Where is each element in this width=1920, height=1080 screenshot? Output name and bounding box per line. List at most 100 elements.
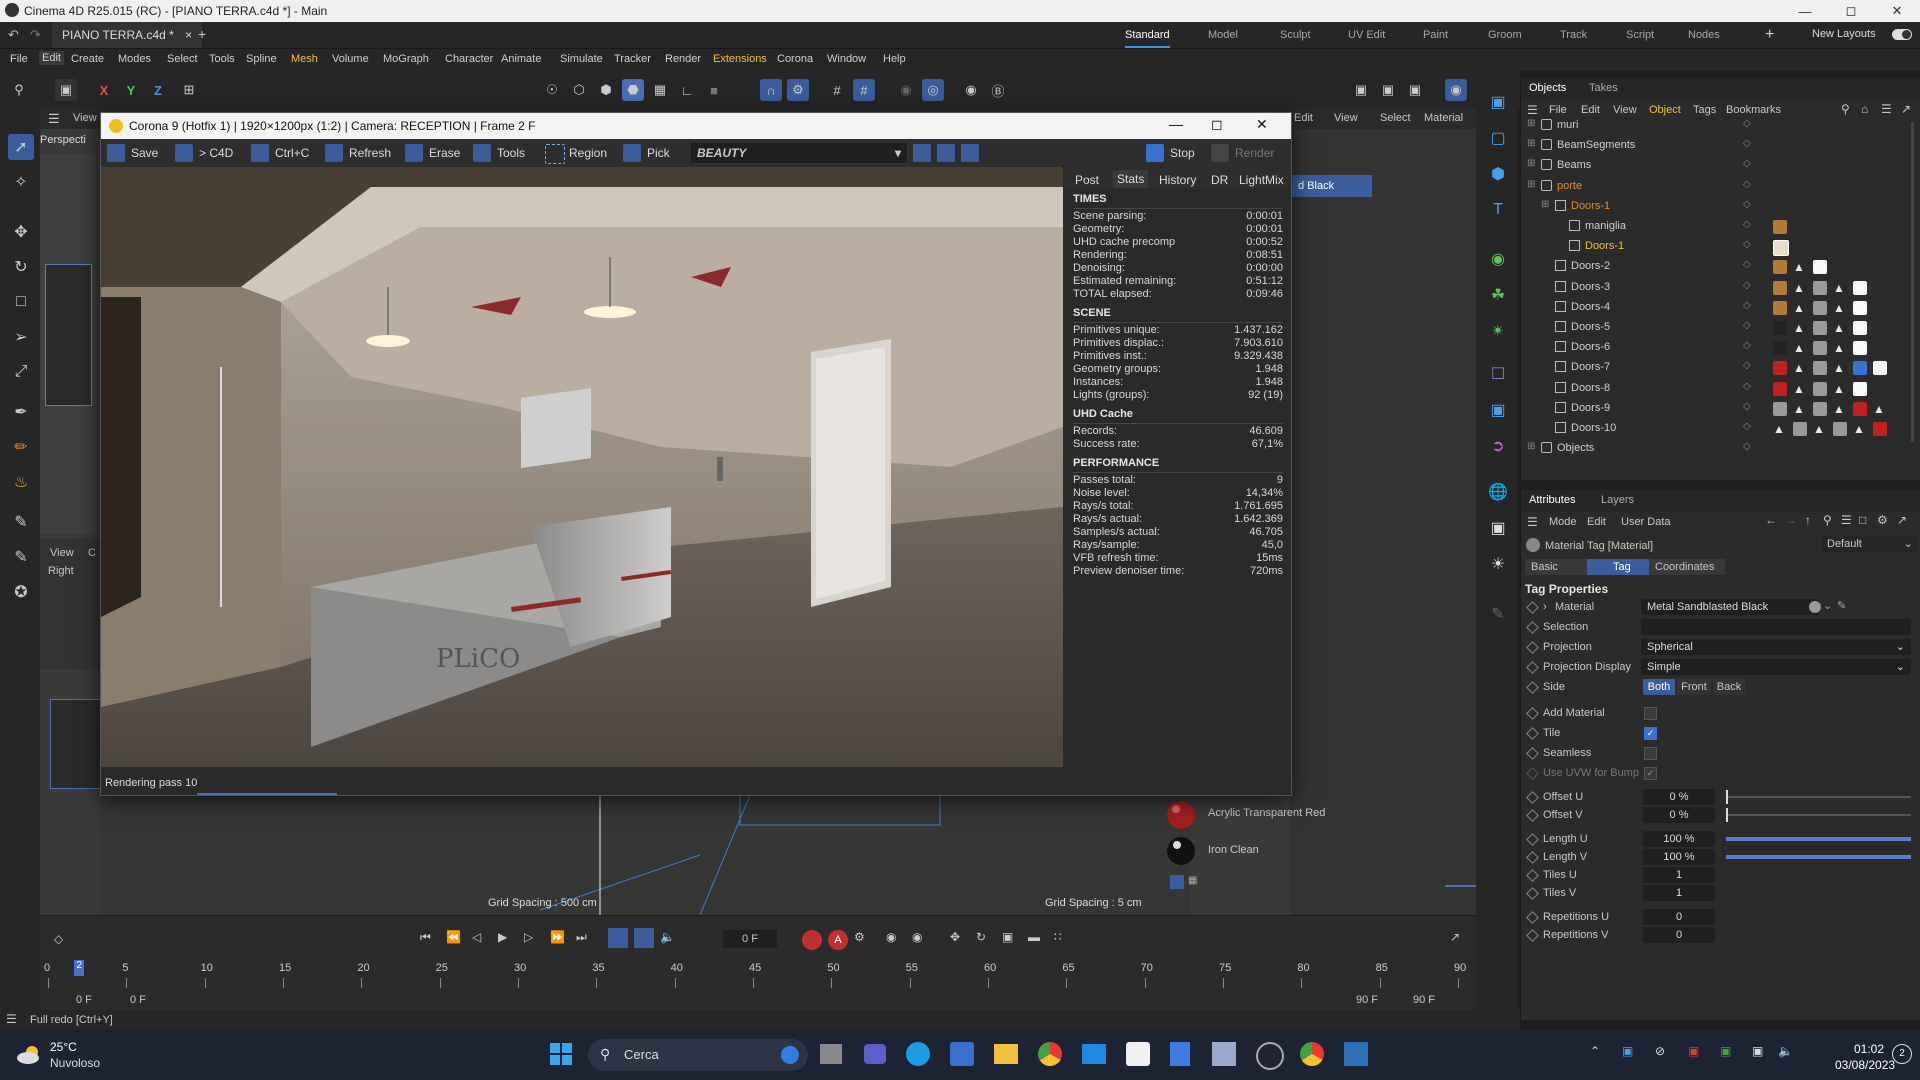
weather-cloud-icon[interactable]: [16, 1044, 42, 1066]
vfb-minimize-button[interactable]: —: [1169, 116, 1183, 132]
close-tab-icon[interactable]: ×: [185, 28, 192, 42]
objects-menu-edit[interactable]: Edit: [1581, 104, 1600, 116]
layout-tab-uv-edit[interactable]: UV Edit: [1348, 22, 1385, 48]
tiles-u-field[interactable]: 1: [1643, 867, 1715, 883]
vfb-pick-button[interactable]: Pick: [621, 143, 670, 163]
go-to-start-icon[interactable]: ⏮: [420, 930, 431, 945]
previous-frame-icon[interactable]: ◁: [472, 930, 481, 944]
render-picture-viewer-icon[interactable]: ▣: [1377, 79, 1399, 101]
visibility-dots-icon[interactable]: ◇: [1743, 219, 1751, 230]
tab-layers[interactable]: Layers: [1601, 494, 1634, 506]
attributes-menu-icon[interactable]: ☰: [1527, 515, 1538, 529]
material-menu-edit[interactable]: Edit: [1294, 112, 1313, 124]
objects-menu-file[interactable]: File: [1549, 104, 1567, 116]
menu-edit[interactable]: Edit: [39, 51, 64, 65]
chrome-profile-icon[interactable]: [1300, 1042, 1324, 1066]
animate-diamond-icon[interactable]: [1526, 681, 1539, 694]
scale-icon[interactable]: □: [8, 289, 34, 315]
material-tag-icon[interactable]: [1773, 280, 1787, 295]
attributes-menu-edit[interactable]: Edit: [1587, 516, 1606, 528]
preview-end-field[interactable]: 90 F: [1356, 994, 1378, 1006]
object-name[interactable]: Doors-10: [1571, 422, 1616, 434]
tab-dr[interactable]: DR: [1211, 173, 1228, 187]
expand-toggle-icon[interactable]: ⊞: [1527, 158, 1535, 169]
range-start-field[interactable]: 0 F: [76, 994, 92, 1006]
material-menu-select[interactable]: Select: [1380, 112, 1411, 124]
phong-tag-icon[interactable]: ▲: [1833, 382, 1847, 396]
menu-modes[interactable]: Modes: [118, 53, 151, 65]
zoom-in-icon[interactable]: [961, 144, 979, 162]
repetitions-v-field[interactable]: 0: [1643, 927, 1715, 943]
visibility-dots-icon[interactable]: ◇: [1743, 401, 1751, 412]
menu-spline[interactable]: Spline: [246, 53, 277, 65]
object-name[interactable]: Doors-8: [1571, 382, 1610, 394]
material-tag-icon[interactable]: [1773, 240, 1789, 257]
projection-dropdown[interactable]: Spherical ⌄: [1641, 639, 1911, 655]
record-icon[interactable]: [802, 930, 822, 950]
visibility-dots-icon[interactable]: ◇: [1743, 199, 1751, 210]
up-arrow-icon[interactable]: ↑: [1805, 513, 1811, 527]
move-icon[interactable]: ✥: [8, 219, 34, 245]
length-v-slider[interactable]: [1726, 855, 1911, 859]
grid-view-icon[interactable]: ▦: [1188, 875, 1202, 889]
object-name[interactable]: Doors-1: [1585, 240, 1624, 252]
animate-diamond-icon[interactable]: [1526, 869, 1539, 882]
current-frame-field[interactable]: 0 F: [723, 930, 777, 948]
tab-history[interactable]: History: [1159, 173, 1196, 187]
add-tab-button[interactable]: +: [198, 26, 206, 42]
render-channel-dropdown[interactable]: BEAUTY ▾: [691, 143, 907, 163]
material-tag-icon[interactable]: [1773, 381, 1787, 396]
lower-viewports[interactable]: [100, 795, 1190, 915]
play-icon[interactable]: ▶: [498, 930, 507, 944]
spline-icon[interactable]: ➲: [1484, 432, 1512, 460]
sound-icon[interactable]: 🔈: [660, 930, 675, 944]
pick-icon[interactable]: ✎: [1837, 599, 1846, 612]
spline-sketch-icon[interactable]: ✏: [8, 434, 34, 460]
object-row[interactable]: Doors-9 ◇ ▲ ▲ ▲: [1521, 399, 1920, 419]
plane-icon[interactable]: ▢: [1484, 124, 1512, 152]
visibility-dots-icon[interactable]: ◇: [1743, 340, 1751, 351]
visibility-dots-icon[interactable]: ◇: [1743, 118, 1751, 129]
subtab-basic[interactable]: Basic: [1525, 559, 1589, 575]
material-tag-icon[interactable]: [1773, 260, 1787, 275]
array-icon[interactable]: ☘: [1484, 281, 1512, 309]
tab-lightmix[interactable]: LightMix: [1239, 173, 1284, 187]
filter-icon[interactable]: ☰: [1841, 513, 1852, 527]
expand-icon[interactable]: ↗: [1901, 102, 1911, 116]
offset-v-slider-handle[interactable]: [1726, 808, 1728, 822]
layout-tab-standard[interactable]: Standard: [1125, 22, 1170, 48]
menu-help[interactable]: Help: [883, 53, 906, 65]
z-axis-lock-icon[interactable]: Z: [147, 79, 169, 101]
animate-diamond-icon[interactable]: [1526, 747, 1539, 760]
object-row[interactable]: Doors-1 ◇: [1521, 237, 1920, 257]
cinema4d-taskbar-icon[interactable]: [1256, 1042, 1284, 1070]
use-uvw-checkbox[interactable]: ✓: [1644, 767, 1657, 780]
vfb-render-button[interactable]: Render: [1209, 143, 1274, 163]
texture-mode-icon[interactable]: ■: [703, 79, 725, 101]
material-tag-icon[interactable]: [1873, 422, 1887, 436]
deformer-icon[interactable]: ☐: [1484, 360, 1512, 388]
phong-tag-icon[interactable]: ▲: [1793, 301, 1807, 315]
menu-file[interactable]: File: [10, 53, 28, 65]
layout-tab-nodes[interactable]: Nodes: [1688, 22, 1720, 48]
store-icon[interactable]: [1126, 1042, 1150, 1066]
photos-icon[interactable]: [1212, 1042, 1236, 1066]
object-row[interactable]: ⊞ Doors-1 ◇: [1521, 197, 1920, 217]
visibility-dots-icon[interactable]: ◇: [1743, 421, 1751, 432]
menu-corona[interactable]: Corona: [777, 53, 813, 65]
material-tag-icon[interactable]: [1853, 300, 1867, 315]
layout-toggle[interactable]: [1892, 29, 1912, 40]
film-clapper-icon[interactable]: ▣: [55, 79, 77, 101]
object-row[interactable]: ⊞ Objects ◇: [1521, 439, 1920, 456]
cube-icon[interactable]: ▣: [1484, 88, 1512, 116]
scale-points-icon[interactable]: ⤢: [8, 359, 34, 385]
timeline-ruler[interactable]: 0 5 10 15 20 25 30 35 40 45 50 55 60 65 70 75 80 85 90 2: [44, 960, 1468, 992]
edit-render-settings-icon[interactable]: ▣: [1404, 79, 1426, 101]
preview-start-field[interactable]: 0 F: [130, 994, 146, 1006]
phong-tag-icon[interactable]: ▲: [1833, 402, 1847, 416]
axis-mode-icon[interactable]: ∟: [676, 79, 698, 101]
layout-tab-groom[interactable]: Groom: [1488, 22, 1522, 48]
subtab-coordinates[interactable]: Coordinates: [1649, 559, 1725, 575]
teams-icon[interactable]: [864, 1044, 886, 1064]
menu-character[interactable]: Character: [445, 53, 493, 65]
